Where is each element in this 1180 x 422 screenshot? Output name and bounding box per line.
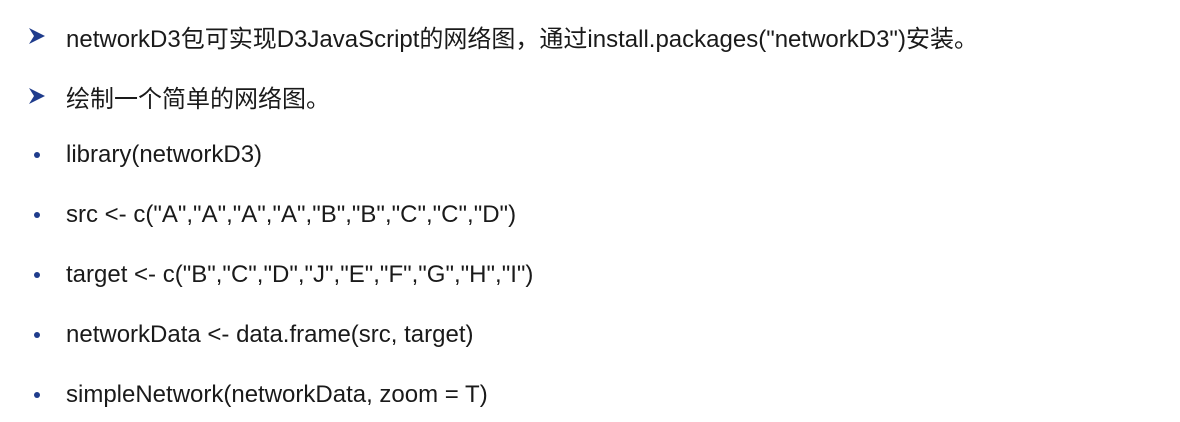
code-text: src <- c("A","A","A","A","B","B","C","C"… (66, 201, 517, 228)
dot-bullet-icon (26, 392, 48, 398)
dot-bullet-icon (26, 332, 48, 338)
dot-bullet-icon (26, 152, 48, 158)
bullet-text: 绘制一个简单的网络图。 (66, 85, 330, 113)
code-text: simpleNetwork(networkData, zoom = T) (66, 381, 488, 408)
code-text: networkData <- data.frame(src, target) (66, 321, 474, 348)
arrow-bullet-icon (26, 27, 48, 45)
arrow-bullet-icon (26, 87, 48, 105)
dot-bullet-icon (26, 272, 48, 278)
dot-bullet-icon (26, 212, 48, 218)
bullet-text: networkD3包可实现D3JavaScript的网络图，通过install.… (66, 25, 978, 53)
code-text: target <- c("B","C","D","J","E","F","G",… (66, 261, 534, 288)
code-text: library(networkD3) (66, 141, 263, 168)
